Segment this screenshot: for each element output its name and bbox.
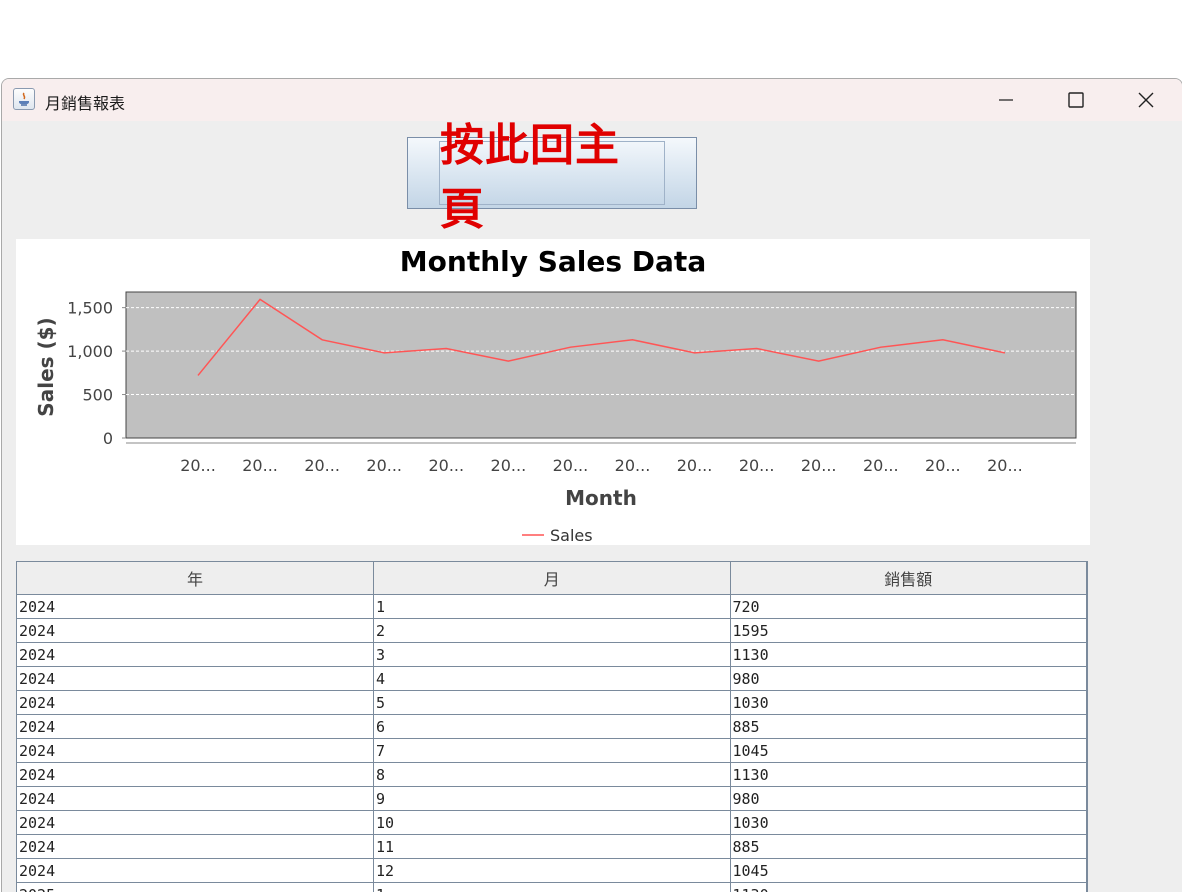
cell-month[interactable]: 6 xyxy=(374,715,731,739)
cell-year[interactable]: 2024 xyxy=(17,595,374,619)
sales-line-chart: Monthly Sales Data 0 500 1,000 1,500 20... 20.… xyxy=(16,239,1090,545)
y-tick-label: 1,000 xyxy=(67,342,113,361)
x-tick-label: 20... xyxy=(987,456,1023,475)
x-tick-label: 20... xyxy=(739,456,775,475)
y-axis-label: Sales ($) xyxy=(34,317,58,416)
x-tick-label: 20... xyxy=(366,456,402,475)
cell-year[interactable]: 2024 xyxy=(17,619,374,643)
cell-month[interactable]: 10 xyxy=(374,811,731,835)
cell-month[interactable]: 7 xyxy=(374,739,731,763)
cell-year[interactable]: 2024 xyxy=(17,715,374,739)
cell-sales[interactable]: 885 xyxy=(730,715,1087,739)
cell-sales[interactable]: 1045 xyxy=(730,859,1087,883)
cell-sales[interactable]: 1130 xyxy=(730,643,1087,667)
plot-area xyxy=(126,292,1076,438)
cell-sales[interactable]: 885 xyxy=(730,835,1087,859)
cell-sales[interactable]: 720 xyxy=(730,595,1087,619)
cell-month[interactable]: 2 xyxy=(374,619,731,643)
cell-month[interactable]: 5 xyxy=(374,691,731,715)
cell-year[interactable]: 2024 xyxy=(17,811,374,835)
x-tick-label: 20... xyxy=(242,456,278,475)
x-tick-label: 20... xyxy=(677,456,713,475)
x-tick-label: 20... xyxy=(180,456,216,475)
cell-sales[interactable]: 980 xyxy=(730,787,1087,811)
column-header-year[interactable]: 年 xyxy=(17,562,374,595)
cell-year[interactable]: 2024 xyxy=(17,763,374,787)
minimize-button[interactable] xyxy=(971,79,1041,121)
x-tick-label: 20... xyxy=(925,456,961,475)
y-tick-label: 0 xyxy=(103,429,113,448)
table-row[interactable]: 202451030 xyxy=(17,691,1087,715)
java-app-icon[interactable] xyxy=(13,88,35,110)
cell-year[interactable]: 2024 xyxy=(17,667,374,691)
cell-year[interactable]: 2024 xyxy=(17,691,374,715)
chart-title: Monthly Sales Data xyxy=(400,245,706,278)
window-title: 月銷售報表 xyxy=(45,90,125,114)
sales-chart-panel: Monthly Sales Data 0 500 1,000 1,500 20... 20.… xyxy=(16,239,1090,545)
cell-year[interactable]: 2024 xyxy=(17,787,374,811)
x-tick-label: 20... xyxy=(801,456,837,475)
x-tick-label: 20... xyxy=(863,456,899,475)
cell-sales[interactable]: 1030 xyxy=(730,811,1087,835)
column-header-sales[interactable]: 銷售額 xyxy=(730,562,1087,595)
y-tick-label: 1,500 xyxy=(67,299,113,318)
table-row[interactable]: 2024121045 xyxy=(17,859,1087,883)
home-button-label: 按此回主頁 xyxy=(439,141,665,205)
table-row[interactable]: 20249980 xyxy=(17,787,1087,811)
cell-month[interactable]: 4 xyxy=(374,667,731,691)
cell-sales[interactable]: 1130 xyxy=(730,763,1087,787)
minimize-icon xyxy=(996,90,1016,110)
cell-year[interactable]: 2024 xyxy=(17,643,374,667)
x-tick-label: 20... xyxy=(615,456,651,475)
maximize-icon xyxy=(1066,90,1086,110)
table-row[interactable]: 20241720 xyxy=(17,595,1087,619)
maximize-button[interactable] xyxy=(1041,79,1111,121)
back-to-home-button[interactable]: 按此回主頁 xyxy=(407,137,697,209)
x-tick-label: 20... xyxy=(491,456,527,475)
table-row[interactable]: 202431130 xyxy=(17,643,1087,667)
cell-month[interactable]: 11 xyxy=(374,835,731,859)
cell-sales[interactable]: 1045 xyxy=(730,739,1087,763)
cell-year[interactable]: 2024 xyxy=(17,859,374,883)
table-row[interactable]: 202421595 xyxy=(17,619,1087,643)
cell-month[interactable]: 3 xyxy=(374,643,731,667)
cell-month[interactable]: 1 xyxy=(374,595,731,619)
cell-sales[interactable]: 980 xyxy=(730,667,1087,691)
legend-label: Sales xyxy=(550,526,593,545)
close-icon xyxy=(1136,90,1156,110)
table-row[interactable]: 20244980 xyxy=(17,667,1087,691)
y-tick-label: 500 xyxy=(82,386,113,405)
x-tick-label: 20... xyxy=(304,456,340,475)
table-row[interactable]: 20246885 xyxy=(17,715,1087,739)
cell-month[interactable]: 12 xyxy=(374,859,731,883)
app-window: 月銷售報表 按此回主頁 Monthly Sales Data 0 500 1,000 1… xyxy=(1,78,1182,892)
table-row[interactable]: 202411885 xyxy=(17,835,1087,859)
cell-sales[interactable]: 1595 xyxy=(730,619,1087,643)
table-header-row: 年 月 銷售額 xyxy=(17,562,1087,595)
cell-sales[interactable]: 1030 xyxy=(730,691,1087,715)
x-tick-label: 20... xyxy=(553,456,589,475)
x-axis-label: Month xyxy=(565,486,637,510)
column-header-month[interactable]: 月 xyxy=(374,562,731,595)
table-row[interactable]: 202471045 xyxy=(17,739,1087,763)
cell-year[interactable]: 2024 xyxy=(17,739,374,763)
cell-month[interactable]: 8 xyxy=(374,763,731,787)
table-row[interactable]: 202481130 xyxy=(17,763,1087,787)
x-tick-label: 20... xyxy=(428,456,464,475)
table-row[interactable]: 2024101030 xyxy=(17,811,1087,835)
sales-table[interactable]: 年 月 銷售額 20241720202421595202431130202449… xyxy=(16,561,1088,892)
close-button[interactable] xyxy=(1111,79,1181,121)
cell-year[interactable]: 2024 xyxy=(17,835,374,859)
cell-month[interactable]: 9 xyxy=(374,787,731,811)
